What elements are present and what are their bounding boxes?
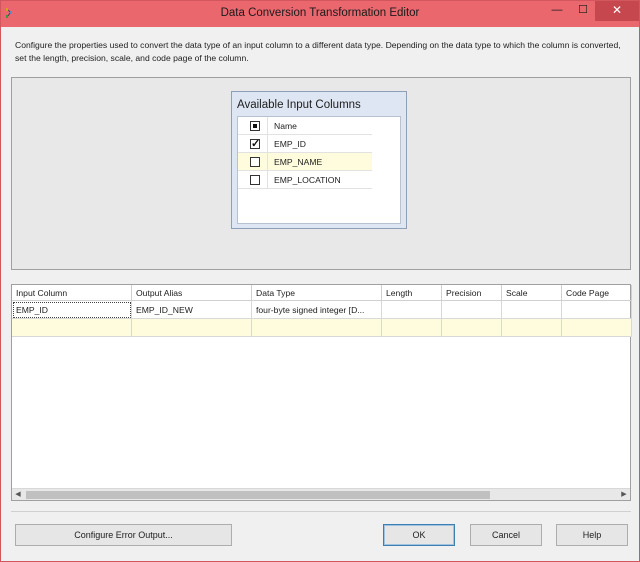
new-cell[interactable] bbox=[252, 319, 382, 337]
column-header-precision[interactable]: Precision bbox=[442, 285, 502, 301]
cancel-button[interactable]: Cancel bbox=[470, 524, 542, 546]
column-checkbox[interactable] bbox=[250, 175, 260, 185]
column-checkbox[interactable] bbox=[250, 157, 260, 167]
list-header-row: Name bbox=[238, 117, 372, 135]
column-header-output-alias[interactable]: Output Alias bbox=[132, 285, 252, 301]
minimize-button[interactable]: — bbox=[543, 1, 571, 21]
column-name: EMP_NAME bbox=[274, 157, 323, 167]
checkbox-cell bbox=[238, 135, 268, 153]
select-all-cell bbox=[238, 117, 268, 135]
new-cell[interactable] bbox=[132, 319, 252, 337]
scroll-thumb[interactable] bbox=[26, 491, 490, 499]
column-name: EMP_LOCATION bbox=[274, 175, 341, 185]
maximize-button[interactable]: ☐ bbox=[569, 1, 597, 21]
list-item[interactable]: EMP_NAME bbox=[238, 153, 372, 171]
horizontal-scrollbar[interactable]: ◀ ▶ bbox=[12, 488, 630, 500]
cell-precision[interactable] bbox=[442, 301, 502, 319]
grid-header: Input Column Output Alias Data Type Leng… bbox=[12, 285, 632, 301]
description-text: Configure the properties used to convert… bbox=[15, 40, 621, 63]
new-cell[interactable] bbox=[562, 319, 632, 337]
checkbox-cell bbox=[238, 171, 268, 189]
list-item[interactable]: EMP_LOCATION bbox=[238, 171, 372, 189]
checkbox-cell bbox=[238, 153, 268, 171]
available-input-columns: Available Input Columns Name EMP_ID EMP_… bbox=[231, 91, 407, 229]
new-cell[interactable] bbox=[502, 319, 562, 337]
column-checkbox[interactable] bbox=[250, 137, 260, 150]
available-columns-list: Name EMP_ID EMP_NAME EMP_LOCATION bbox=[237, 116, 401, 224]
table-row[interactable]: EMP_ID EMP_ID_NEW four-byte signed integ… bbox=[12, 301, 632, 319]
list-item[interactable]: EMP_ID bbox=[238, 135, 372, 153]
conversion-grid: Input Column Output Alias Data Type Leng… bbox=[11, 284, 632, 501]
cell-scale[interactable] bbox=[502, 301, 562, 319]
cell-length[interactable] bbox=[382, 301, 442, 319]
name-header: Name bbox=[274, 121, 297, 131]
new-row[interactable] bbox=[12, 319, 632, 337]
title-bar[interactable]: Data Conversion Transformation Editor — … bbox=[1, 1, 639, 27]
column-header-code-page[interactable]: Code Page bbox=[562, 285, 632, 301]
new-cell[interactable] bbox=[442, 319, 502, 337]
cell-output-alias[interactable]: EMP_ID_NEW bbox=[132, 301, 252, 319]
cell-input-column[interactable]: EMP_ID bbox=[12, 301, 132, 319]
ok-button[interactable]: OK bbox=[383, 524, 455, 546]
column-header-data-type[interactable]: Data Type bbox=[252, 285, 382, 301]
column-header-input-column[interactable]: Input Column bbox=[12, 285, 132, 301]
select-all-checkbox[interactable] bbox=[250, 121, 260, 131]
cell-code-page[interactable] bbox=[562, 301, 632, 319]
cell-data-type[interactable]: four-byte signed integer [D... bbox=[252, 301, 382, 319]
available-columns-title: Available Input Columns bbox=[237, 99, 361, 111]
configure-error-output-button[interactable]: Configure Error Output... bbox=[15, 524, 232, 546]
divider bbox=[11, 511, 631, 512]
new-cell[interactable] bbox=[382, 319, 442, 337]
close-button[interactable]: ✕ bbox=[595, 1, 639, 21]
help-button[interactable]: Help bbox=[556, 524, 628, 546]
scroll-left-icon[interactable]: ◀ bbox=[12, 489, 24, 501]
column-name: EMP_ID bbox=[274, 139, 306, 149]
new-cell[interactable] bbox=[12, 319, 132, 337]
dialog-window: Data Conversion Transformation Editor — … bbox=[0, 0, 640, 562]
column-header-scale[interactable]: Scale bbox=[502, 285, 562, 301]
column-header-length[interactable]: Length bbox=[382, 285, 442, 301]
scroll-right-icon[interactable]: ▶ bbox=[618, 489, 630, 501]
